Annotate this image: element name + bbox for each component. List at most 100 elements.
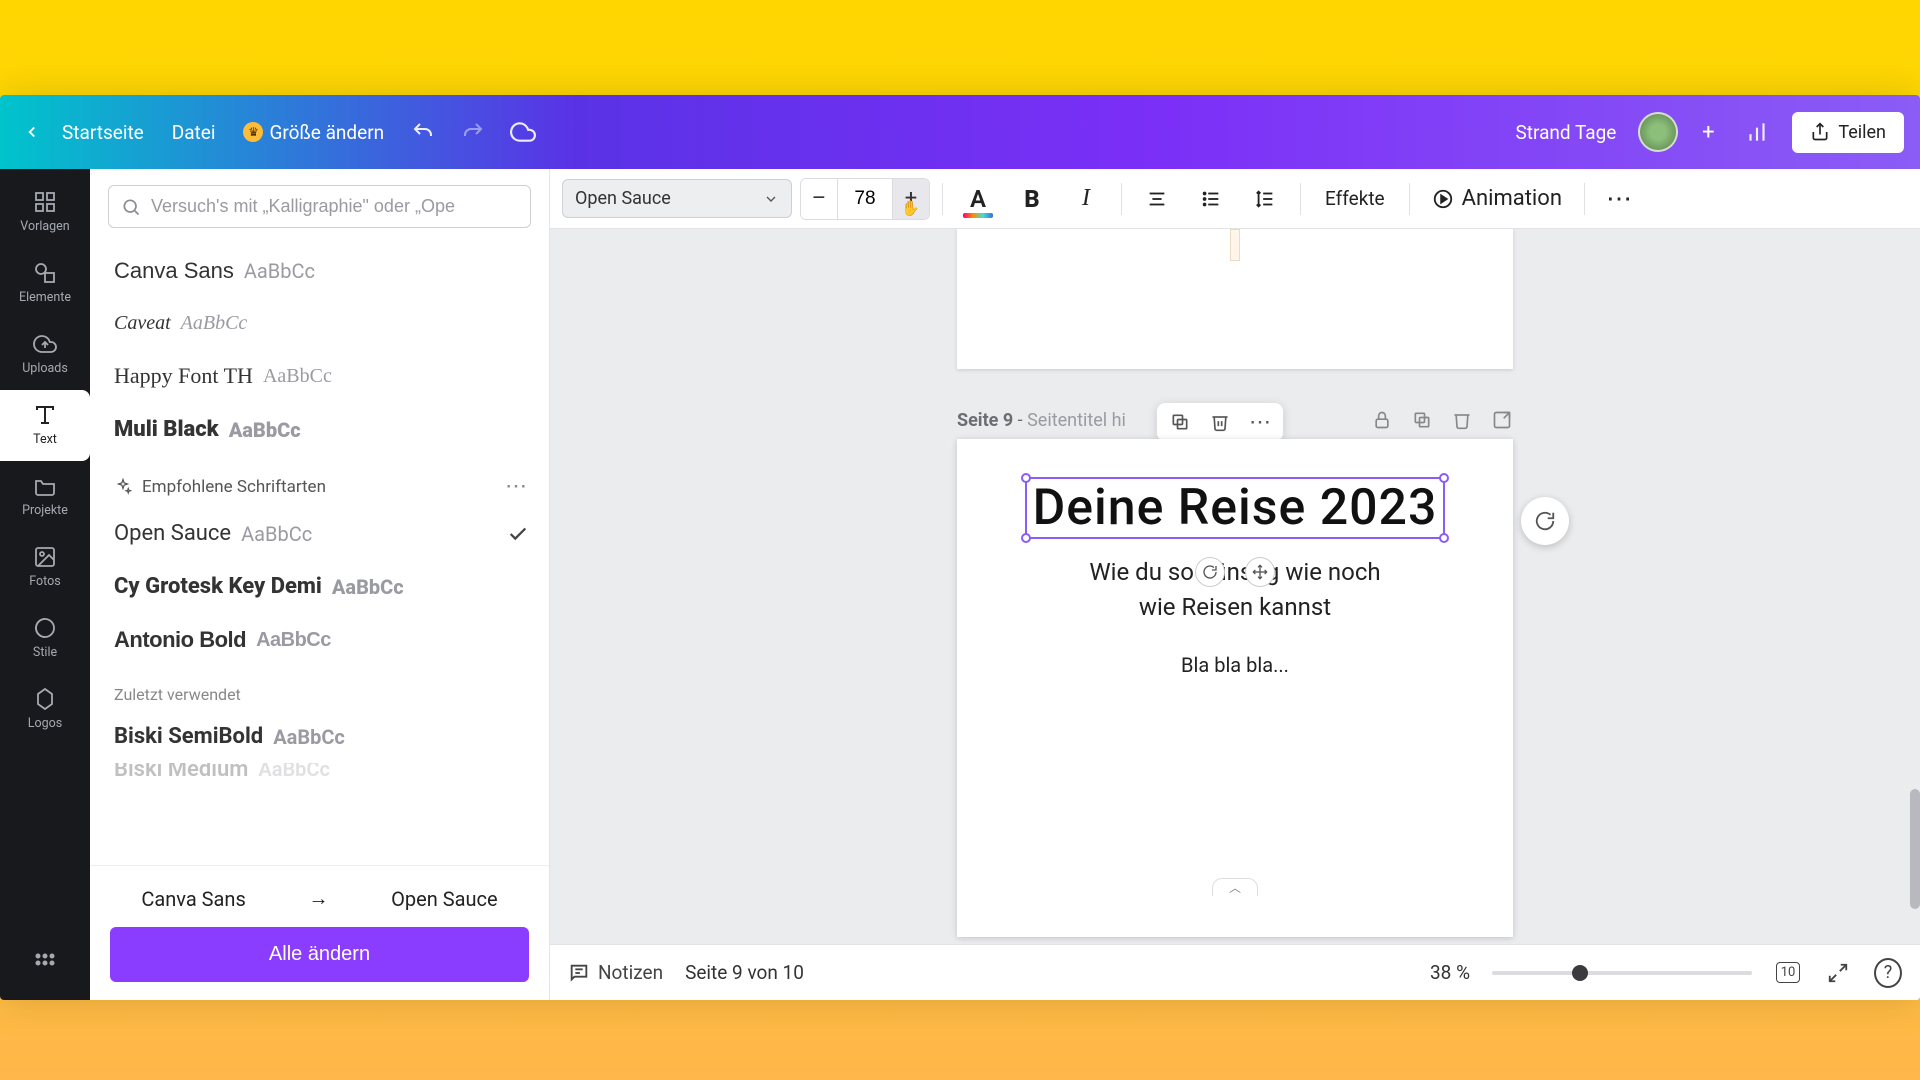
previous-page-preview[interactable] — [957, 229, 1513, 369]
nav-templates[interactable]: Vorlagen — [0, 177, 90, 248]
avatar[interactable] — [1638, 112, 1678, 152]
change-to-label: Open Sauce — [391, 887, 497, 911]
app-window: Startseite Datei ♛ Größe ändern Strand T… — [0, 95, 1920, 1000]
chevron-down-icon — [763, 191, 779, 207]
zoom-level[interactable]: 38 % — [1430, 961, 1470, 984]
projects-icon — [32, 473, 58, 499]
italic-button[interactable]: I — [1063, 176, 1109, 222]
font-row-antonio[interactable]: Antonio Bold AaBbCc — [114, 613, 529, 667]
page-title-input[interactable]: Seitentitel hi — [1027, 410, 1126, 431]
font-sample: AaBbCc — [258, 763, 330, 781]
font-row-biski-semibold[interactable]: Biski SemiBold AaBbCc — [114, 710, 529, 763]
copy-page-button[interactable] — [1411, 409, 1433, 431]
font-row-happy[interactable]: Happy Font TH AaBbCc — [114, 349, 529, 403]
delete-page-button[interactable] — [1209, 411, 1231, 433]
list-button[interactable] — [1188, 176, 1234, 222]
uploads-icon — [32, 331, 58, 357]
grid-count: 10 — [1776, 962, 1801, 983]
change-all-button[interactable]: Alle ändern — [110, 927, 529, 982]
font-row-biski-medium[interactable]: Biski Medium AaBbCc — [114, 763, 529, 783]
font-name-label: Happy Font TH — [114, 363, 253, 389]
resize-handle[interactable] — [1439, 473, 1449, 483]
check-icon — [507, 523, 529, 545]
help-button[interactable]: ? — [1874, 959, 1902, 987]
insights-button[interactable] — [1738, 113, 1776, 151]
refresh-suggestions-button[interactable] — [1521, 497, 1569, 545]
back-button[interactable] — [16, 116, 48, 148]
font-size-input[interactable] — [837, 179, 893, 219]
grid-view-button[interactable]: 10 — [1774, 959, 1802, 987]
text-color-button[interactable]: A — [955, 176, 1001, 222]
cloud-sync-icon[interactable] — [504, 113, 542, 151]
font-size-decrease-button[interactable]: – — [801, 179, 837, 219]
file-menu[interactable]: Datei — [172, 121, 216, 144]
font-row-caveat[interactable]: Caveat AaBbCc — [114, 298, 529, 349]
zoom-slider[interactable] — [1492, 971, 1752, 975]
zoom-thumb[interactable] — [1572, 965, 1588, 981]
add-collaborator-button[interactable]: + — [1692, 116, 1724, 148]
nav-styles[interactable]: Stile — [0, 603, 90, 674]
font-sample: AaBbCc — [256, 629, 331, 652]
nav-projects[interactable]: Projekte — [0, 461, 90, 532]
share-label: Teilen — [1838, 122, 1886, 143]
align-button[interactable] — [1134, 176, 1180, 222]
nav-more[interactable] — [0, 938, 90, 990]
font-name-label: Open Sauce — [114, 521, 231, 546]
trash-page-button[interactable] — [1451, 409, 1473, 431]
canvas-viewport[interactable]: Seite 9 - Seitentitel hi ⋯ — [550, 229, 1920, 944]
nav-uploads[interactable]: Uploads — [0, 319, 90, 390]
font-search[interactable] — [108, 185, 531, 228]
font-family-value: Open Sauce — [575, 188, 671, 209]
recent-label: Zuletzt verwendet — [114, 667, 529, 710]
nav-photos[interactable]: Fotos — [0, 532, 90, 603]
page-more-button[interactable]: ⋯ — [1249, 411, 1271, 433]
nav-elements[interactable]: Elemente — [0, 248, 90, 319]
page-indicator: Seite 9 von 10 — [685, 961, 804, 984]
styles-icon — [32, 615, 58, 641]
expand-page-button[interactable] — [1491, 409, 1513, 431]
selected-text-element[interactable]: Deine Reise 2023 — [1025, 477, 1446, 539]
font-sample: AaBbCc — [244, 259, 315, 283]
rotate-handle[interactable] — [1195, 557, 1225, 587]
resize-button[interactable]: ♛ Größe ändern — [243, 121, 384, 144]
font-row-canva-sans[interactable]: Canva Sans AaBbCc — [114, 244, 529, 298]
project-name[interactable]: Strand Tage — [1516, 121, 1617, 144]
font-size-increase-button[interactable]: + ✋ — [893, 179, 929, 219]
nav-text[interactable]: Text — [0, 390, 90, 461]
font-name-label: Canva Sans — [114, 258, 234, 284]
lock-page-button[interactable] — [1371, 409, 1393, 431]
nav-logos[interactable]: Logos — [0, 674, 90, 745]
undo-button[interactable] — [404, 113, 442, 151]
spacing-button[interactable] — [1242, 176, 1288, 222]
move-handle[interactable] — [1245, 557, 1275, 587]
duplicate-page-button[interactable] — [1169, 411, 1191, 433]
home-link[interactable]: Startseite — [62, 121, 144, 144]
fullscreen-button[interactable] — [1824, 959, 1852, 987]
resize-handle[interactable] — [1021, 473, 1031, 483]
collapse-pages-button[interactable]: ︿ — [1212, 878, 1258, 896]
notes-button[interactable]: Notizen — [568, 959, 663, 987]
scrollbar[interactable] — [1910, 789, 1920, 909]
more-options-button[interactable]: ⋯ — [1597, 176, 1643, 222]
font-row-muli[interactable]: Muli Black AaBbCc — [114, 403, 529, 456]
recommended-more-button[interactable]: ⋯ — [505, 474, 529, 499]
resize-handle[interactable] — [1021, 533, 1031, 543]
redo-button[interactable] — [454, 113, 492, 151]
page-card[interactable]: Deine Reise 2023 Wie du so günstig wie n… — [957, 439, 1513, 937]
bold-button[interactable]: B — [1009, 176, 1055, 222]
share-button[interactable]: Teilen — [1792, 112, 1904, 153]
font-row-cy-grotesk[interactable]: Cy Grotesk Key Demi AaBbCc — [114, 560, 529, 613]
body-text[interactable]: Bla bla bla... — [987, 653, 1483, 677]
font-family-select[interactable]: Open Sauce — [562, 179, 792, 218]
nav-elements-label: Elemente — [19, 290, 71, 305]
font-row-open-sauce[interactable]: Open Sauce AaBbCc — [114, 507, 529, 560]
resize-handle[interactable] — [1439, 533, 1449, 543]
notes-icon — [568, 962, 590, 984]
title-text[interactable]: Deine Reise 2023 — [1033, 479, 1438, 537]
nav-styles-label: Stile — [33, 645, 57, 660]
logos-icon — [32, 686, 58, 712]
animation-icon — [1432, 188, 1454, 210]
animation-button[interactable]: Animation — [1422, 176, 1572, 222]
effects-button[interactable]: Effekte — [1313, 187, 1397, 210]
font-search-input[interactable] — [151, 196, 518, 217]
